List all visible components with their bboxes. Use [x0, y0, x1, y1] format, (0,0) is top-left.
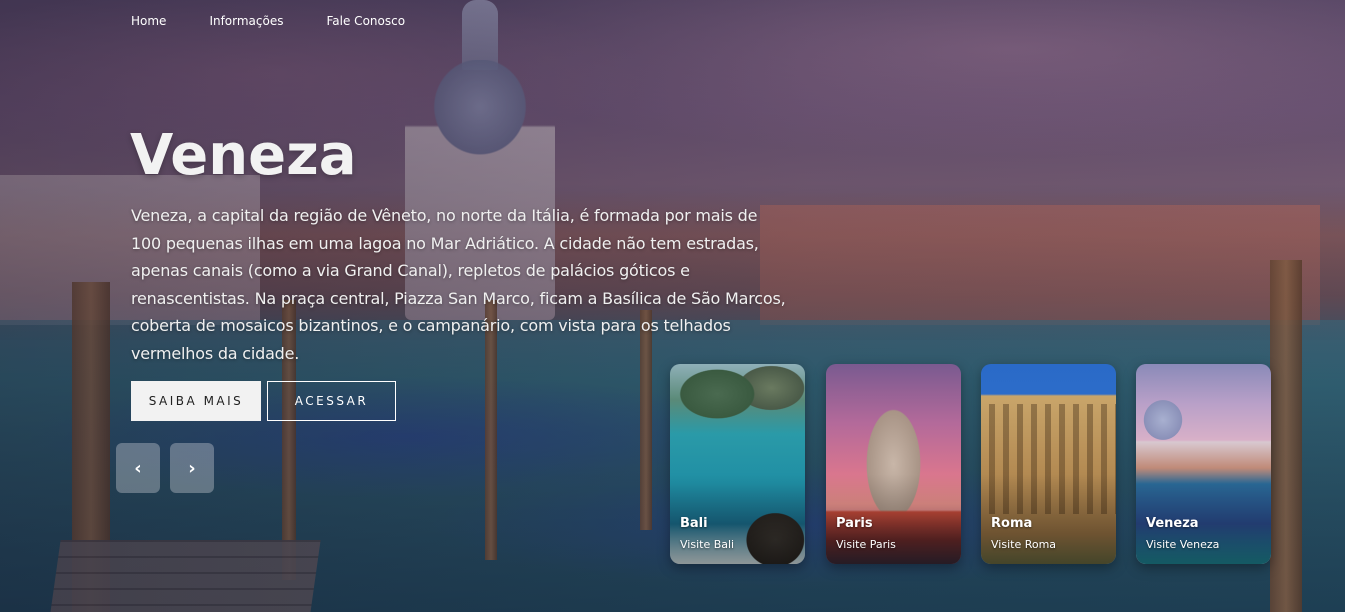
main-nav: Home Informações Fale Conosco [131, 14, 405, 28]
destination-card-veneza[interactable]: Veneza Visite Veneza [1136, 364, 1271, 564]
saiba-mais-button[interactable]: SAIBA MAIS [131, 381, 261, 421]
destination-card-paris[interactable]: Paris Visite Paris [826, 364, 961, 564]
carousel-next-button[interactable]: › [170, 443, 214, 493]
chevron-left-icon: ‹ [134, 457, 142, 479]
card-subtitle: Visite Paris [836, 538, 896, 551]
card-name: Roma [991, 516, 1033, 531]
nav-home[interactable]: Home [131, 14, 166, 28]
card-subtitle: Visite Bali [680, 538, 735, 551]
hero-description: Veneza, a capital da região de Vêneto, n… [131, 206, 786, 363]
card-name: Paris [836, 516, 873, 531]
nav-fale-conosco[interactable]: Fale Conosco [327, 14, 406, 28]
nav-informacoes[interactable]: Informações [209, 14, 283, 28]
acessar-button[interactable]: ACESSAR [267, 381, 396, 421]
carousel-prev-button[interactable]: ‹ [116, 443, 160, 493]
destination-card-roma[interactable]: Roma Visite Roma [981, 364, 1116, 564]
destination-card-bali[interactable]: Bali Visite Bali [670, 364, 805, 564]
hero-title: Veneza [130, 123, 357, 188]
card-name: Bali [680, 516, 708, 531]
chevron-right-icon: › [188, 457, 196, 479]
card-subtitle: Visite Veneza [1146, 538, 1220, 551]
card-subtitle: Visite Roma [991, 538, 1057, 551]
card-name: Veneza [1146, 516, 1199, 531]
